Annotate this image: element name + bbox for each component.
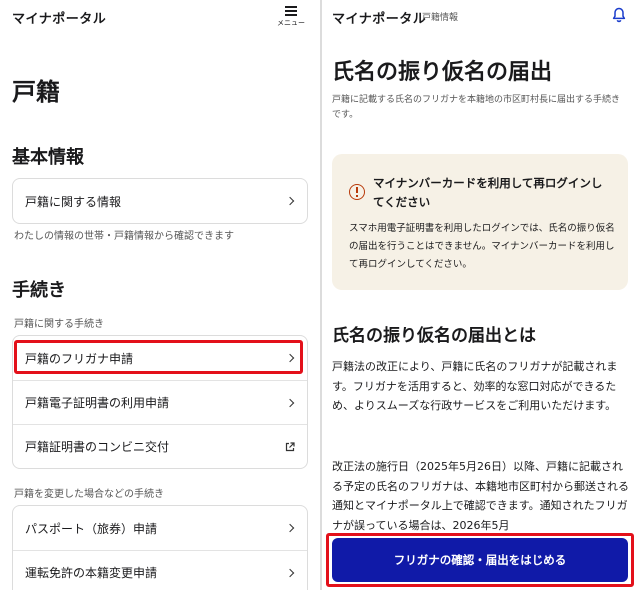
section-title-basic: 基本情報 — [12, 147, 84, 168]
list-item-label: 運転免許の本籍変更申請 — [25, 566, 158, 580]
paragraph-2: 改正法の施行日（2025年5月26日）以降、戸籍に記載される予定の氏名のフリガナ… — [332, 460, 629, 532]
section-title-procedures: 手続き — [12, 280, 66, 301]
menu-label: メニュー — [277, 19, 305, 27]
menu-button[interactable]: メニュー — [276, 5, 306, 28]
notice-body: スマホ用電子証明書を利用したログインでは、氏名の振り仮名の届出を行うことはできま… — [349, 223, 615, 270]
chevron-right-icon — [285, 523, 295, 533]
procedures-card-2: パスポート（旅券）申請 運転免許の本籍変更申請 — [12, 505, 308, 590]
relogin-notice: マイナンバーカードを利用して再ログインしてください スマホ用電子証明書を利用した… — [332, 154, 628, 290]
basic-info-note: わたしの情報の世帯・戸籍情報から確認できます — [14, 231, 234, 242]
list-item-drivers-license[interactable]: 運転免許の本籍変更申請 — [13, 550, 307, 590]
brand-subtitle: 戸籍情報 — [422, 13, 459, 23]
chevron-right-icon — [285, 196, 295, 206]
bell-icon[interactable] — [612, 7, 626, 23]
list-item-convenience-store[interactable]: 戸籍証明書のコンビニ交付 — [13, 424, 307, 468]
right-pane: マイナポータル 戸籍情報 氏名の振り仮名の届出 戸籍に記載する氏名のフリガナを本… — [322, 0, 640, 590]
list-item-label: パスポート（旅券）申請 — [25, 521, 158, 536]
chevron-right-icon — [285, 353, 295, 363]
start-furigana-button[interactable]: フリガナの確認・届出をはじめる — [332, 538, 628, 582]
list-item-koseki-info[interactable]: 戸籍に関する情報 — [13, 179, 307, 223]
list-item-furigana-application[interactable]: 戸籍のフリガナ申請 — [13, 336, 307, 380]
group-label-changes: 戸籍を変更した場合などの手続き — [14, 489, 164, 500]
chevron-right-icon — [285, 568, 295, 577]
notice-heading: マイナンバーカードを利用して再ログインしてください — [373, 176, 603, 209]
left-pane: マイナポータル メニュー 戸籍 基本情報 戸籍に関する情報 わたしの情報の世帯・… — [0, 0, 320, 590]
warning-icon — [349, 184, 365, 200]
list-item-label: 戸籍電子証明書の利用申請 — [25, 396, 170, 410]
brand-logo[interactable]: マイナポータル — [332, 8, 426, 27]
list-item-label: 戸籍のフリガナ申請 — [25, 351, 134, 366]
page-title: 戸籍 — [12, 78, 60, 106]
list-item-label: 戸籍に関する情報 — [25, 194, 122, 209]
hamburger-icon — [285, 6, 297, 16]
list-item-passport[interactable]: パスポート（旅券）申請 — [13, 506, 307, 550]
brand-logo[interactable]: マイナポータル — [12, 8, 106, 27]
chevron-right-icon — [285, 398, 295, 407]
procedures-card-1: 戸籍のフリガナ申請 戸籍電子証明書の利用申請 戸籍証明書のコンビニ交付 — [12, 335, 308, 469]
external-link-icon — [285, 441, 295, 451]
paragraph-1: 戸籍法の改正により、戸籍に氏名のフリガナが記載されます。フリガナを活用すると、効… — [332, 360, 618, 412]
page-title: 氏名の振り仮名の届出 — [332, 60, 553, 85]
section-title: 氏名の振り仮名の届出とは — [332, 326, 536, 346]
page-description: 戸籍に記載する氏名のフリガナを本籍地の市区町村長に届出する手続きです。 — [332, 95, 621, 120]
list-item-electronic-certificate[interactable]: 戸籍電子証明書の利用申請 — [13, 380, 307, 424]
basic-info-card: 戸籍に関する情報 — [12, 178, 308, 224]
list-item-label: 戸籍証明書のコンビニ交付 — [25, 440, 170, 454]
group-label-koseki: 戸籍に関する手続き — [14, 319, 104, 330]
